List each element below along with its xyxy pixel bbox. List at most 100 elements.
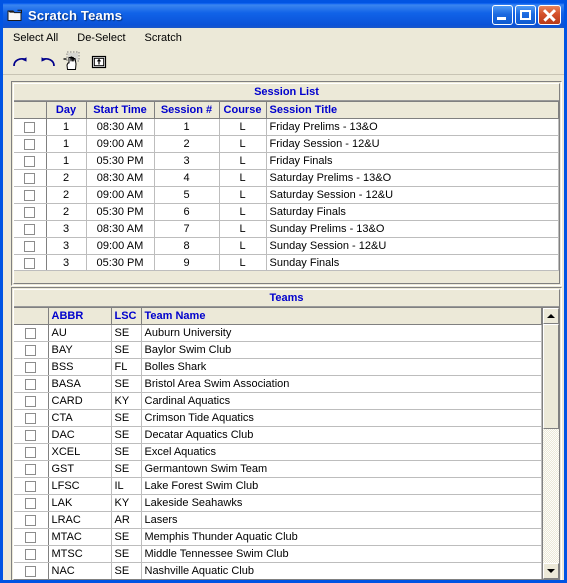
row-checkbox-cell[interactable] [14,135,47,153]
checkbox-icon[interactable] [24,155,36,167]
checkbox-icon[interactable] [25,446,37,458]
minimize-button[interactable] [492,5,513,25]
row-checkbox-cell[interactable] [14,511,49,529]
checkbox-icon[interactable] [24,223,36,235]
table-row[interactable]: DAC SE Decatar Aquatics Club [14,426,542,444]
table-row[interactable]: 2 05:30 PM 6 L Saturday Finals [14,203,559,221]
scrollbar-thumb[interactable] [543,324,559,429]
row-checkbox-cell[interactable] [14,324,49,342]
checkbox-icon[interactable] [25,497,37,509]
table-row[interactable]: 1 09:00 AM 2 L Friday Session - 12&U [14,135,559,153]
checkbox-icon[interactable] [24,189,36,201]
scroll-down-button[interactable] [543,563,559,579]
table-row[interactable]: CTA SE Crimson Tide Aquatics [14,409,542,427]
checkbox-icon[interactable] [24,240,36,252]
table-row[interactable]: MTAC SE Memphis Thunder Aquatic Club [14,528,542,546]
teams-col-abbr[interactable]: ABBR [48,308,112,325]
table-row[interactable]: 2 09:00 AM 5 L Saturday Session - 12&U [14,186,559,204]
row-checkbox-cell[interactable] [14,169,47,187]
checkbox-icon[interactable] [24,138,36,150]
checkbox-icon[interactable] [24,121,36,133]
session-day-cell: 2 [46,169,87,187]
row-checkbox-cell[interactable] [14,426,49,444]
table-row[interactable]: MTSC SE Middle Tennessee Swim Club [14,545,542,563]
row-checkbox-cell[interactable] [14,494,49,512]
hand-select-icon[interactable] [61,51,85,73]
checkbox-icon[interactable] [25,344,37,356]
scrollbar-track[interactable] [543,324,559,563]
session-col-day[interactable]: Day [46,102,87,119]
table-row[interactable]: LRAC AR Lasers [14,511,542,529]
checkbox-icon[interactable] [25,463,37,475]
checkbox-icon[interactable] [25,378,37,390]
row-checkbox-cell[interactable] [14,152,47,170]
table-row[interactable]: 1 08:30 AM 1 L Friday Prelims - 13&O [14,118,559,136]
checkbox-icon[interactable] [25,395,37,407]
table-row[interactable]: AU SE Auburn University [14,324,542,342]
checkbox-icon[interactable] [25,429,37,441]
table-row[interactable]: 2 08:30 AM 4 L Saturday Prelims - 13&O [14,169,559,187]
table-row[interactable]: BAY SE Baylor Swim Club [14,341,542,359]
export-box-icon[interactable] [87,51,111,73]
table-row[interactable]: 3 09:00 AM 8 L Sunday Session - 12&U [14,237,559,255]
checkbox-icon[interactable] [25,514,37,526]
row-checkbox-cell[interactable] [14,358,49,376]
session-col-session-no[interactable]: Session # [154,102,220,119]
row-checkbox-cell[interactable] [14,477,49,495]
row-checkbox-cell[interactable] [14,562,49,579]
checkbox-icon[interactable] [25,548,37,560]
row-checkbox-cell[interactable] [14,392,49,410]
row-checkbox-cell[interactable] [14,186,47,204]
teams-vertical-scrollbar[interactable] [542,308,559,579]
table-row[interactable]: GST SE Germantown Swim Team [14,460,542,478]
title-bar[interactable]: Scratch Teams [3,3,564,28]
undo-icon[interactable] [35,51,59,73]
session-col-course[interactable]: Course [219,102,267,119]
session-col-check[interactable] [14,102,47,119]
session-col-title[interactable]: Session Title [266,102,559,119]
row-checkbox-cell[interactable] [14,118,47,136]
table-row[interactable]: LFSC IL Lake Forest Swim Club [14,477,542,495]
row-checkbox-cell[interactable] [14,254,47,270]
row-checkbox-cell[interactable] [14,460,49,478]
checkbox-icon[interactable] [24,172,36,184]
checkbox-icon[interactable] [24,257,36,269]
table-row[interactable]: NAC SE Nashville Aquatic Club [14,562,542,579]
menu-bar: Select All De-Select Scratch [3,28,564,49]
table-row[interactable]: BSS FL Bolles Shark [14,358,542,376]
checkbox-icon[interactable] [25,361,37,373]
row-checkbox-cell[interactable] [14,528,49,546]
menu-item-de-select[interactable]: De-Select [73,31,133,46]
row-checkbox-cell[interactable] [14,545,49,563]
row-checkbox-cell[interactable] [14,409,49,427]
teams-col-team-name[interactable]: Team Name [141,308,542,325]
table-row[interactable]: 1 05:30 PM 3 L Friday Finals [14,152,559,170]
teams-col-lsc[interactable]: LSC [111,308,142,325]
table-row[interactable]: BASA SE Bristol Area Swim Association [14,375,542,393]
row-checkbox-cell[interactable] [14,220,47,238]
menu-item-scratch[interactable]: Scratch [141,31,190,46]
scroll-up-button[interactable] [543,308,559,324]
checkbox-icon[interactable] [25,480,37,492]
table-row[interactable]: 3 05:30 PM 9 L Sunday Finals [14,254,559,270]
maximize-button[interactable] [515,5,536,25]
table-row[interactable]: CARD KY Cardinal Aquatics [14,392,542,410]
redo-icon[interactable] [9,51,33,73]
row-checkbox-cell[interactable] [14,203,47,221]
checkbox-icon[interactable] [25,412,37,424]
table-row[interactable]: LAK KY Lakeside Seahawks [14,494,542,512]
menu-item-select-all[interactable]: Select All [9,31,66,46]
row-checkbox-cell[interactable] [14,341,49,359]
close-button[interactable] [538,5,561,25]
row-checkbox-cell[interactable] [14,443,49,461]
row-checkbox-cell[interactable] [14,375,49,393]
checkbox-icon[interactable] [25,565,37,577]
checkbox-icon[interactable] [24,206,36,218]
table-row[interactable]: 3 08:30 AM 7 L Sunday Prelims - 13&O [14,220,559,238]
checkbox-icon[interactable] [25,531,37,543]
session-col-start-time[interactable]: Start Time [86,102,155,119]
table-row[interactable]: XCEL SE Excel Aquatics [14,443,542,461]
row-checkbox-cell[interactable] [14,237,47,255]
checkbox-icon[interactable] [25,327,37,339]
teams-col-check[interactable] [14,308,49,325]
